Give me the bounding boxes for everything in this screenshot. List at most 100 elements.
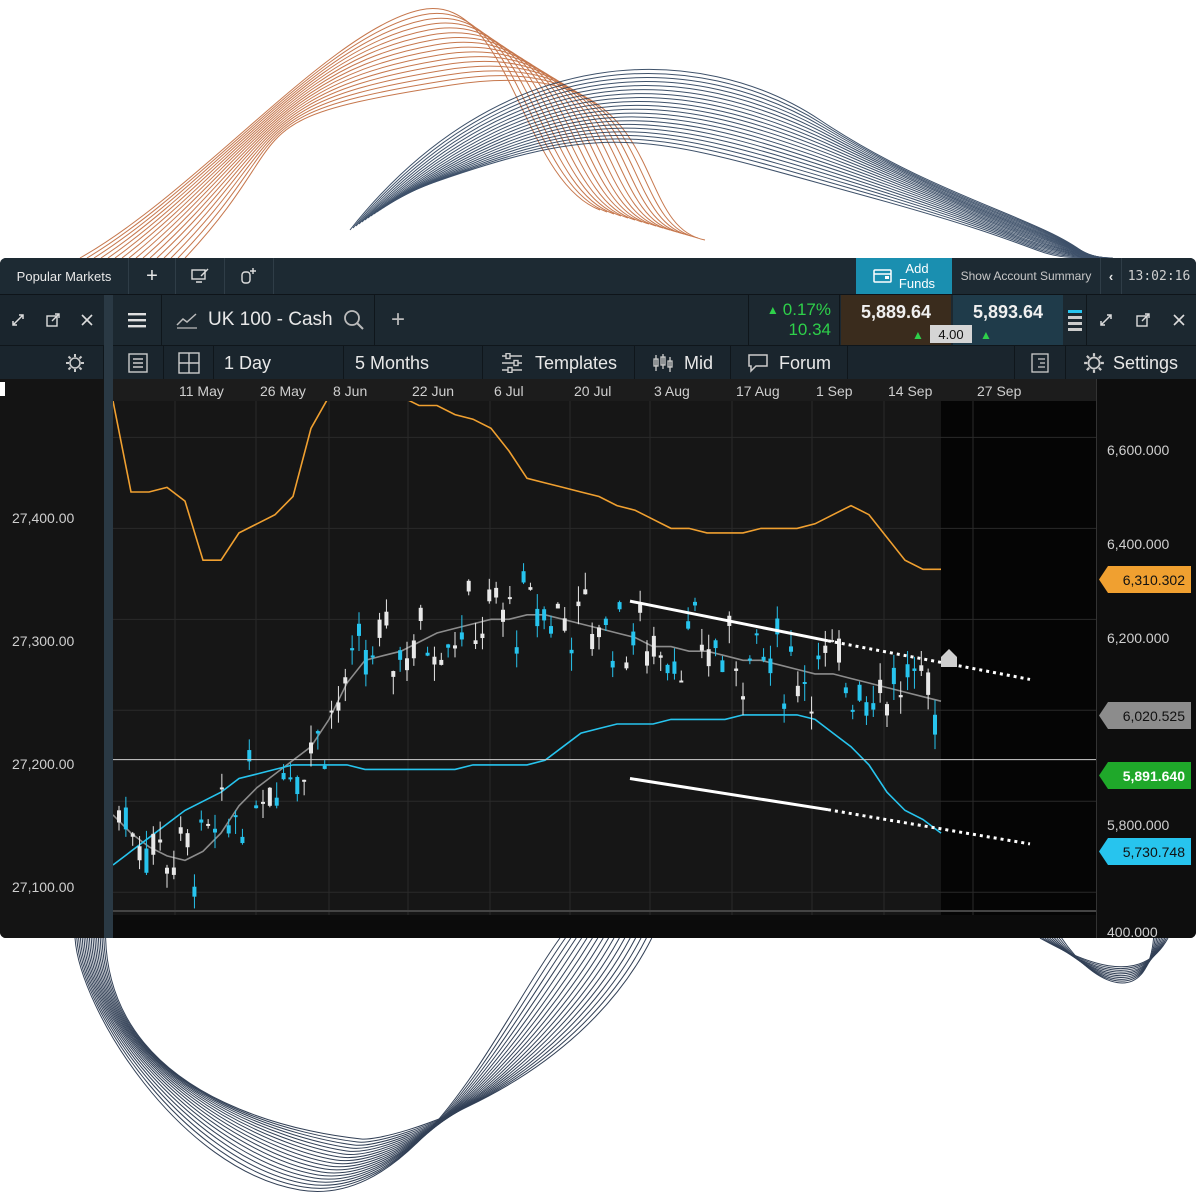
candle-body bbox=[171, 867, 176, 875]
candle-body bbox=[336, 702, 341, 711]
date-tick: 1 Sep bbox=[816, 383, 853, 399]
home-marker-icon[interactable] bbox=[941, 649, 957, 667]
bottom-wave-line bbox=[103, 937, 647, 1143]
upper-band-value: 6,310.302 bbox=[1122, 571, 1185, 588]
candle-body bbox=[199, 819, 204, 823]
candle-body bbox=[885, 704, 889, 716]
price-type-selector[interactable]: Mid bbox=[635, 346, 731, 380]
left-axis-label: 27,400.00 bbox=[12, 510, 75, 526]
candlestick-icon bbox=[653, 354, 673, 372]
dark-wave-line bbox=[364, 89, 1097, 259]
candle-body bbox=[466, 580, 471, 592]
quantity-level-indicator[interactable] bbox=[1064, 295, 1087, 345]
date-tick: 8 Jun bbox=[333, 383, 368, 399]
add-instrument-button[interactable]: + bbox=[375, 295, 421, 345]
popout-icon[interactable] bbox=[45, 312, 61, 328]
range-label: 5 Months bbox=[355, 352, 430, 373]
candle-body bbox=[802, 681, 807, 684]
candle-body bbox=[233, 815, 238, 818]
candle-body bbox=[144, 848, 149, 873]
date-tick: 6 Jul bbox=[494, 383, 524, 399]
collapse-summary-button[interactable]: ‹ bbox=[1101, 258, 1122, 294]
candle-body bbox=[446, 644, 451, 648]
date-tick: 20 Jul bbox=[574, 383, 612, 399]
panel-divider[interactable] bbox=[104, 295, 113, 938]
chart-list-button[interactable] bbox=[113, 346, 164, 380]
triangle-up-icon: ▲ bbox=[766, 303, 779, 317]
show-account-summary-button[interactable]: Show Account Summary bbox=[952, 258, 1101, 294]
bottom-wave-line bbox=[92, 937, 615, 1162]
candle-body bbox=[631, 631, 636, 646]
candle-body bbox=[912, 668, 917, 671]
candle-body bbox=[706, 649, 711, 667]
date-axis: 11 May 26 May 8 Jun 22 Jun 6 Jul 20 Jul … bbox=[113, 379, 1096, 401]
price-axis-label: 400.000 bbox=[1107, 924, 1158, 938]
right-wave-line bbox=[1061, 937, 1155, 984]
candle-body bbox=[267, 787, 272, 806]
change-points: 10.34 bbox=[788, 320, 831, 339]
add-widget-button[interactable] bbox=[225, 258, 274, 294]
hamburger-icon bbox=[128, 313, 146, 328]
date-tick: 3 Aug bbox=[654, 383, 690, 399]
expand-icon[interactable] bbox=[10, 312, 26, 328]
menu-button[interactable] bbox=[113, 295, 162, 345]
add-funds-button[interactable]: Add Funds bbox=[856, 258, 952, 294]
search-icon[interactable] bbox=[343, 309, 365, 331]
candle-body bbox=[206, 823, 211, 826]
popular-markets-tab[interactable]: Popular Markets bbox=[0, 258, 129, 294]
candle-body bbox=[514, 647, 519, 654]
candle-body bbox=[569, 649, 574, 654]
templates-button[interactable]: Templates bbox=[484, 346, 635, 380]
candle-body bbox=[480, 633, 485, 639]
candle-body bbox=[535, 608, 540, 627]
close-icon[interactable] bbox=[1172, 313, 1186, 327]
bottom-wave-line bbox=[105, 937, 653, 1140]
upper-band-tag: 6,310.302 bbox=[1099, 566, 1191, 593]
forum-label: Forum bbox=[778, 352, 831, 373]
price-axis-label: 6,600.000 bbox=[1107, 442, 1170, 458]
candle-body bbox=[192, 886, 197, 897]
add-tab-button[interactable]: + bbox=[129, 258, 176, 294]
candle-body bbox=[754, 633, 759, 636]
candle-body bbox=[665, 664, 670, 674]
close-icon[interactable] bbox=[80, 313, 94, 327]
candle-body bbox=[130, 833, 135, 837]
date-tick: 17 Aug bbox=[736, 383, 780, 399]
candle-body bbox=[549, 626, 553, 634]
layout-button[interactable] bbox=[164, 346, 214, 380]
settings-button[interactable]: Settings bbox=[1065, 346, 1196, 380]
bottom-wave-line bbox=[101, 937, 642, 1146]
candle-body bbox=[713, 640, 718, 649]
new-window-button[interactable] bbox=[176, 258, 225, 294]
candle-body bbox=[418, 607, 423, 622]
candle-body bbox=[158, 839, 163, 843]
candle-body bbox=[350, 648, 355, 651]
candle-body bbox=[693, 601, 697, 606]
price-chart[interactable] bbox=[113, 401, 1096, 915]
expand-icon[interactable] bbox=[1098, 312, 1114, 328]
current-price-value: 5,891.640 bbox=[1122, 767, 1185, 784]
forum-button[interactable]: Forum bbox=[731, 346, 848, 380]
popout-icon[interactable] bbox=[1135, 312, 1151, 328]
chart-notes-button[interactable] bbox=[1014, 346, 1066, 380]
spread-value: 4.00 bbox=[938, 326, 964, 342]
candle-body bbox=[274, 797, 279, 806]
interval-selector[interactable]: 1 Day bbox=[214, 346, 344, 380]
candle-body bbox=[768, 658, 773, 674]
candle-body bbox=[240, 836, 245, 844]
range-selector[interactable]: 5 Months bbox=[345, 346, 483, 380]
left-settings-button[interactable] bbox=[0, 346, 104, 380]
candle-body bbox=[178, 827, 183, 834]
candle-body bbox=[597, 627, 601, 638]
buy-price: 5,893.64 bbox=[972, 302, 1044, 322]
candle-body bbox=[562, 618, 567, 631]
instrument-selector[interactable]: UK 100 - Cash bbox=[162, 295, 375, 345]
candle-body bbox=[590, 633, 595, 650]
date-tick: 27 Sep bbox=[977, 383, 1022, 399]
clock-text: 13:02:16 bbox=[1127, 268, 1191, 284]
spread-badge: 4.00 bbox=[930, 325, 972, 343]
dark-wave-line bbox=[403, 138, 1112, 259]
candle-body bbox=[542, 609, 547, 621]
grid-layout-icon bbox=[177, 352, 200, 374]
candle-body bbox=[905, 664, 910, 678]
